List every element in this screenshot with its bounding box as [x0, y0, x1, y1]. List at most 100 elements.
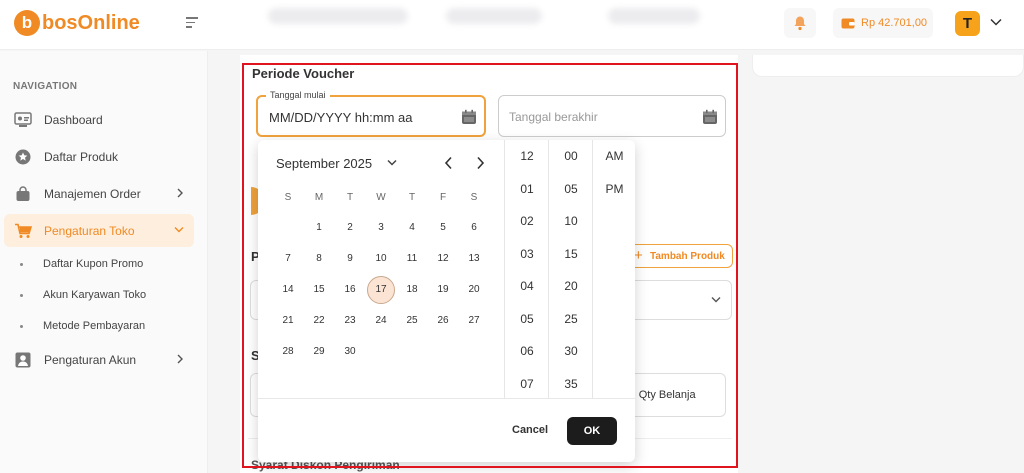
- start-date-legend: Tanggal mulai: [266, 90, 330, 100]
- hour-column[interactable]: 12 01 02 03 04 05 06 07: [504, 140, 548, 398]
- day-cell[interactable]: 8: [305, 245, 333, 273]
- weekday-label: F: [439, 192, 447, 203]
- chevron-right-icon[interactable]: [474, 156, 486, 170]
- day-cell[interactable]: 2: [336, 214, 364, 242]
- day-cell[interactable]: 25: [398, 307, 426, 335]
- sidebar-item-label: Daftar Produk: [44, 149, 119, 164]
- logo[interactable]: b bosOnline: [14, 10, 140, 36]
- minutes-option[interactable]: 00: [549, 149, 593, 163]
- day-cell[interactable]: 26: [429, 307, 457, 335]
- day-cell[interactable]: 21: [274, 307, 302, 335]
- minutes-option[interactable]: 20: [549, 279, 593, 293]
- day-cell[interactable]: 12: [429, 245, 457, 273]
- day-cell[interactable]: 5: [429, 214, 457, 242]
- minutes-option[interactable]: 05: [549, 182, 593, 196]
- sidebar-item-manajemen-order[interactable]: Manajemen Order: [4, 177, 194, 210]
- hours-option[interactable]: 03: [505, 247, 549, 261]
- day-cell[interactable]: 16: [336, 276, 364, 304]
- day-cell[interactable]: 11: [398, 245, 426, 273]
- nav-title: NAVIGATION: [13, 81, 78, 92]
- menu-toggle-icon[interactable]: [186, 17, 200, 29]
- wallet-icon: [841, 18, 855, 29]
- add-product-button[interactable]: + Tambah Produk: [627, 244, 733, 268]
- ampm-option[interactable]: AM: [593, 149, 636, 163]
- avatar[interactable]: T: [955, 11, 980, 36]
- day-cell[interactable]: 28: [274, 338, 302, 366]
- day-cell[interactable]: 6: [460, 214, 488, 242]
- plus-icon: +: [634, 247, 643, 264]
- weekday-label: T: [408, 192, 416, 203]
- sidebar-item-label: Pengaturan Akun: [44, 352, 137, 367]
- day-cell[interactable]: 3: [367, 214, 395, 242]
- star-icon: [14, 148, 32, 166]
- month-year-label[interactable]: September 2025: [276, 156, 372, 171]
- day-cell[interactable]: 1: [305, 214, 333, 242]
- day-cell[interactable]: 15: [305, 276, 333, 304]
- blurred-content: [446, 8, 542, 24]
- sidebar-item-pengaturan-akun[interactable]: Pengaturan Akun: [4, 343, 194, 376]
- day-cell[interactable]: 10: [367, 245, 395, 273]
- sidebar-subitem-akun-karyawan-toko[interactable]: Akun Karyawan Toko: [20, 289, 146, 301]
- sidebar-item-label: Pengaturan Toko: [44, 223, 135, 238]
- notification-button[interactable]: [784, 8, 816, 38]
- day-cell[interactable]: 18: [398, 276, 426, 304]
- minutes-option[interactable]: 25: [549, 312, 593, 326]
- hours-option[interactable]: 04: [505, 279, 549, 293]
- ampm-option[interactable]: PM: [593, 182, 636, 196]
- blurred-content: [608, 8, 700, 24]
- day-cell[interactable]: 13: [460, 245, 488, 273]
- bullet-dot: [20, 262, 23, 266]
- hours-option[interactable]: 06: [505, 344, 549, 358]
- sidebar-item-daftar-produk[interactable]: Daftar Produk: [4, 140, 194, 173]
- ampm-column[interactable]: AM PM: [592, 140, 635, 398]
- hours-option[interactable]: 07: [505, 377, 549, 391]
- sidebar-subitem-metode-pembayaran[interactable]: Metode Pembayaran: [20, 320, 145, 332]
- day-cell[interactable]: 23: [336, 307, 364, 335]
- start-date-field[interactable]: Tanggal mulai MM/DD/YYYY hh:mm aa: [256, 90, 486, 137]
- day-cell[interactable]: 24: [367, 307, 395, 335]
- day-cell[interactable]: 30: [336, 338, 364, 366]
- sidebar-item-pengaturan-toko[interactable]: Pengaturan Toko: [4, 214, 194, 247]
- minutes-option[interactable]: 35: [549, 377, 593, 391]
- chevron-right-icon: [177, 188, 183, 198]
- logo-text: bosOnline: [42, 11, 140, 34]
- hours-option[interactable]: 01: [505, 182, 549, 196]
- day-cell[interactable]: 9: [336, 245, 364, 273]
- chevron-down-icon[interactable]: [387, 159, 397, 167]
- logo-mark: b: [14, 10, 40, 36]
- hours-option[interactable]: 05: [505, 312, 549, 326]
- sidebar-item-label: Manajemen Order: [44, 186, 141, 201]
- weekday-label: T: [346, 192, 354, 203]
- balance-button[interactable]: Rp 42.701,00: [833, 8, 933, 38]
- chevron-down-icon: [711, 297, 721, 303]
- calendar-icon[interactable]: [461, 109, 477, 125]
- minutes-option[interactable]: 30: [549, 344, 593, 358]
- day-cell[interactable]: 20: [460, 276, 488, 304]
- minutes-option[interactable]: 10: [549, 214, 593, 228]
- day-cell[interactable]: 14: [274, 276, 302, 304]
- chevron-left-icon[interactable]: [443, 156, 455, 170]
- ok-button[interactable]: OK: [567, 417, 617, 445]
- balance-amount: Rp 42.701,00: [861, 17, 928, 29]
- day-cell-selected[interactable]: 17: [367, 276, 395, 304]
- sidebar-item-label: Dashboard: [44, 112, 103, 127]
- end-date-field[interactable]: Tanggal berakhir: [498, 95, 726, 137]
- end-date-placeholder: Tanggal berakhir: [509, 110, 598, 124]
- day-cell[interactable]: 19: [429, 276, 457, 304]
- day-cell[interactable]: 22: [305, 307, 333, 335]
- hours-option[interactable]: 12: [505, 149, 549, 163]
- sidebar-subitem-label: Akun Karyawan Toko: [43, 289, 147, 301]
- minutes-option[interactable]: 15: [549, 247, 593, 261]
- day-cell[interactable]: 7: [274, 245, 302, 273]
- cancel-button[interactable]: Cancel: [512, 424, 548, 436]
- calendar-icon[interactable]: [702, 109, 718, 125]
- day-cell[interactable]: 29: [305, 338, 333, 366]
- sidebar-subitem-daftar-kupon-promo[interactable]: Daftar Kupon Promo: [20, 258, 143, 270]
- chevron-down-icon[interactable]: [990, 18, 1002, 26]
- sidebar-item-dashboard[interactable]: Dashboard: [4, 103, 194, 136]
- minute-column[interactable]: 00 05 10 15 20 25 30 35: [548, 140, 592, 398]
- day-cell[interactable]: 4: [398, 214, 426, 242]
- hours-option[interactable]: 02: [505, 214, 549, 228]
- cart-icon: [14, 222, 32, 240]
- day-cell[interactable]: 27: [460, 307, 488, 335]
